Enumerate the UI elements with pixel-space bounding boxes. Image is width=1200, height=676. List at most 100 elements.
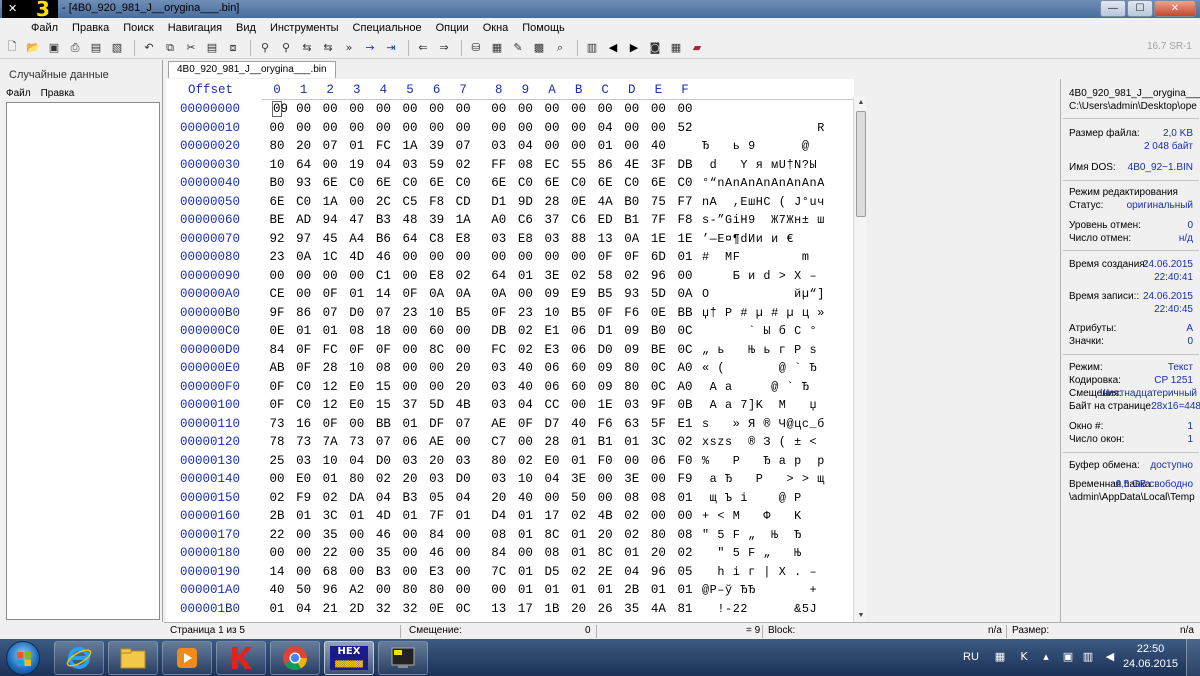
- hex-byte[interactable]: 00: [346, 119, 368, 137]
- hex-byte[interactable]: 08: [621, 489, 643, 507]
- tray-monitor-icon[interactable]: ▣: [1061, 650, 1075, 664]
- hex-byte[interactable]: 2D: [346, 600, 368, 618]
- hex-byte[interactable]: D0: [346, 304, 368, 322]
- hex-byte[interactable]: 03: [488, 137, 510, 155]
- hex-byte[interactable]: 6E: [372, 174, 394, 192]
- hex-byte[interactable]: 13: [488, 600, 510, 618]
- hex-byte[interactable]: 40: [514, 359, 536, 377]
- hex-byte[interactable]: 00: [346, 544, 368, 562]
- minimize-button[interactable]: —: [1100, 0, 1126, 17]
- hex-byte[interactable]: 02: [621, 526, 643, 544]
- text-column[interactable]: d Y я мU†N?Ы: [702, 156, 852, 174]
- hex-byte[interactable]: 04: [372, 489, 394, 507]
- hex-byte[interactable]: 0F: [266, 378, 288, 396]
- text-column[interactable]: Б и d > X –: [702, 267, 852, 285]
- hex-byte[interactable]: 0F: [621, 248, 643, 266]
- hex-byte[interactable]: 00: [426, 100, 448, 118]
- hex-byte[interactable]: A0: [674, 359, 696, 377]
- hex-byte[interactable]: 09: [621, 341, 643, 359]
- chrome-icon[interactable]: [270, 641, 320, 675]
- hex-byte[interactable]: 2B: [621, 581, 643, 599]
- hex-byte[interactable]: 03: [426, 470, 448, 488]
- hex-byte[interactable]: 07: [319, 137, 341, 155]
- hex-byte[interactable]: 1C: [319, 248, 341, 266]
- hex-byte[interactable]: C6: [514, 211, 536, 229]
- hex-byte[interactable]: 00: [674, 267, 696, 285]
- hex-byte[interactable]: 01: [621, 433, 643, 451]
- hex-byte[interactable]: 01: [399, 507, 421, 525]
- hex-byte[interactable]: 06: [541, 378, 563, 396]
- hex-byte[interactable]: E8: [514, 230, 536, 248]
- hex-byte[interactable]: 06: [541, 359, 563, 377]
- hex-byte[interactable]: 01: [621, 544, 643, 562]
- hex-byte[interactable]: 04: [293, 600, 315, 618]
- hex-byte[interactable]: 10: [541, 304, 563, 322]
- hex-byte[interactable]: 00: [293, 267, 315, 285]
- hex-byte[interactable]: 00: [293, 285, 315, 303]
- hex-byte[interactable]: 00: [541, 489, 563, 507]
- hex-byte[interactable]: 00: [399, 526, 421, 544]
- hex-byte[interactable]: 0A: [621, 230, 643, 248]
- hex-byte[interactable]: D7: [541, 415, 563, 433]
- goto-sector-icon[interactable]: ⇥: [382, 39, 400, 57]
- hex-byte[interactable]: 01: [647, 581, 669, 599]
- back-icon[interactable]: ⇐: [414, 39, 432, 57]
- hex-byte[interactable]: 00: [452, 563, 474, 581]
- hex-byte[interactable]: 00: [426, 248, 448, 266]
- hex-byte[interactable]: 0F: [319, 415, 341, 433]
- hex-byte[interactable]: 3F: [647, 156, 669, 174]
- hex-byte[interactable]: 16: [293, 415, 315, 433]
- text-column[interactable]: % Р Ђ а р р: [702, 452, 852, 470]
- text-column[interactable]: О йµ“]: [702, 285, 852, 303]
- hex-byte[interactable]: 86: [594, 156, 616, 174]
- hex-byte[interactable]: 81: [674, 600, 696, 618]
- hex-byte[interactable]: F6: [621, 304, 643, 322]
- hex-byte[interactable]: 6E: [319, 174, 341, 192]
- hex-byte[interactable]: 00: [488, 248, 510, 266]
- hex-byte[interactable]: 12: [319, 378, 341, 396]
- hex-byte[interactable]: E3: [541, 341, 563, 359]
- hex-byte[interactable]: B5: [452, 304, 474, 322]
- hex-byte[interactable]: 40: [514, 489, 536, 507]
- hex-byte[interactable]: 00: [426, 119, 448, 137]
- media-player-icon[interactable]: [162, 641, 212, 675]
- hex-byte[interactable]: 00: [452, 248, 474, 266]
- hex-byte[interactable]: 00: [647, 507, 669, 525]
- hex-byte[interactable]: 80: [399, 581, 421, 599]
- hex-byte[interactable]: C0: [293, 378, 315, 396]
- hex-byte[interactable]: 00: [488, 119, 510, 137]
- hex-byte[interactable]: 08: [372, 359, 394, 377]
- menu-item[interactable]: Окна: [476, 22, 516, 34]
- kaspersky-icon[interactable]: [216, 641, 266, 675]
- hex-byte[interactable]: 06: [568, 322, 590, 340]
- hex-byte[interactable]: B0: [647, 322, 669, 340]
- hex-byte[interactable]: 15: [372, 396, 394, 414]
- hex-byte[interactable]: 04: [372, 156, 394, 174]
- hex-byte[interactable]: F9: [293, 489, 315, 507]
- hex-byte[interactable]: 09: [621, 322, 643, 340]
- scroll-up-icon[interactable]: ▲: [855, 97, 867, 109]
- hex-byte[interactable]: 0F: [488, 304, 510, 322]
- hex-byte[interactable]: 01: [514, 581, 536, 599]
- hex-byte[interactable]: 5D: [647, 285, 669, 303]
- hex-byte[interactable]: 28: [319, 359, 341, 377]
- hex-byte[interactable]: 03: [488, 359, 510, 377]
- hex-byte[interactable]: 00: [266, 267, 288, 285]
- hex-byte[interactable]: 55: [568, 156, 590, 174]
- hex-byte[interactable]: E0: [346, 396, 368, 414]
- hex-byte[interactable]: 00: [514, 285, 536, 303]
- hex-byte[interactable]: 00: [514, 433, 536, 451]
- text-column[interactable]: h і г | Х . –: [702, 563, 852, 581]
- tray-volume-icon[interactable]: ◀: [1103, 650, 1117, 664]
- hex-byte[interactable]: 08: [674, 526, 696, 544]
- cut-icon[interactable]: ✂: [182, 39, 200, 57]
- hex-byte[interactable]: 07: [319, 304, 341, 322]
- find-icon[interactable]: ⚲: [256, 39, 274, 57]
- forward-icon[interactable]: ⇒: [435, 39, 453, 57]
- hex-byte[interactable]: 18: [372, 322, 394, 340]
- hex-byte[interactable]: 00: [372, 100, 394, 118]
- hex-byte[interactable]: 0B: [674, 396, 696, 414]
- hex-byte[interactable]: 00: [541, 137, 563, 155]
- hex-byte[interactable]: 00: [568, 137, 590, 155]
- tray-wifi-icon[interactable]: ▴: [1039, 650, 1053, 664]
